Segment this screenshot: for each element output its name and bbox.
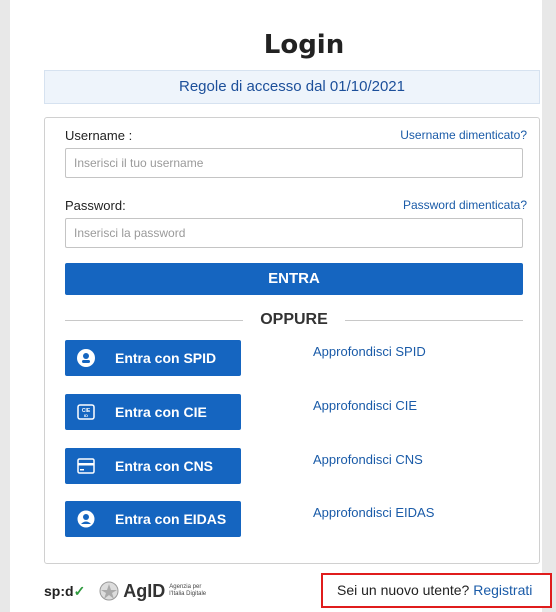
eidas-user-icon (77, 510, 95, 528)
register-link[interactable]: Registrati (473, 582, 532, 598)
cns-info-link[interactable]: Approfondisci CNS (313, 452, 423, 467)
oppure-separator: OPPURE (65, 308, 523, 332)
spid-login-button[interactable]: Entra con SPID (65, 340, 241, 376)
cie-info-link[interactable]: Approfondisci CIE (313, 398, 417, 413)
username-input[interactable] (65, 148, 523, 178)
agid-subtitle: Agenzia per l'Italia Digitale (169, 584, 207, 597)
footer-logos: sp:d✓ AgID Agenzia per l'Italia Digitale (44, 580, 213, 602)
cns-button-label: Entra con CNS (115, 458, 214, 474)
entra-button[interactable]: ENTRA (65, 263, 523, 295)
cns-card-icon (77, 458, 95, 474)
username-forgot-link[interactable]: Username dimenticato? (400, 128, 527, 142)
page: Login Regole di accesso dal 01/10/2021 U… (10, 0, 542, 612)
agid-logo-text: AgID (123, 580, 166, 601)
svg-text:ID: ID (84, 413, 88, 418)
spid-logo-text: sp:d (44, 582, 74, 599)
eidas-info-link[interactable]: Approfondisci EIDAS (313, 505, 434, 520)
eidas-button-label: Entra con EIDAS (115, 511, 227, 527)
access-rules-notice[interactable]: Regole di accesso dal 01/10/2021 (44, 70, 540, 104)
spid-logo: sp:d✓ (44, 583, 85, 600)
username-label: Username : (65, 128, 133, 143)
spid-info-link[interactable]: Approfondisci SPID (313, 344, 426, 359)
cns-login-button[interactable]: Entra con CNS (65, 448, 241, 484)
password-input[interactable] (65, 218, 523, 248)
separator-label: OPPURE (260, 311, 328, 328)
eidas-login-button[interactable]: Entra con EIDAS (65, 501, 241, 537)
cie-login-button[interactable]: CIE ID Entra con CIE (65, 394, 241, 430)
register-box: Sei un nuovo utente? Registrati (321, 573, 552, 608)
spid-button-label: Entra con SPID (115, 350, 217, 366)
password-label: Password: (65, 198, 126, 213)
page-title: Login (263, 30, 345, 60)
check-icon: ✓ (73, 582, 86, 599)
cie-card-icon: CIE ID (77, 404, 95, 420)
cie-button-label: Entra con CIE (115, 404, 207, 420)
spid-user-icon (77, 349, 95, 367)
agid-emblem-icon (99, 581, 119, 601)
register-prompt: Sei un nuovo utente? (337, 582, 470, 598)
agid-logo: AgID Agenzia per l'Italia Digitale (99, 581, 213, 602)
login-card: Username : Username dimenticato? Passwor… (44, 117, 540, 564)
password-forgot-link[interactable]: Password dimenticata? (403, 198, 527, 212)
